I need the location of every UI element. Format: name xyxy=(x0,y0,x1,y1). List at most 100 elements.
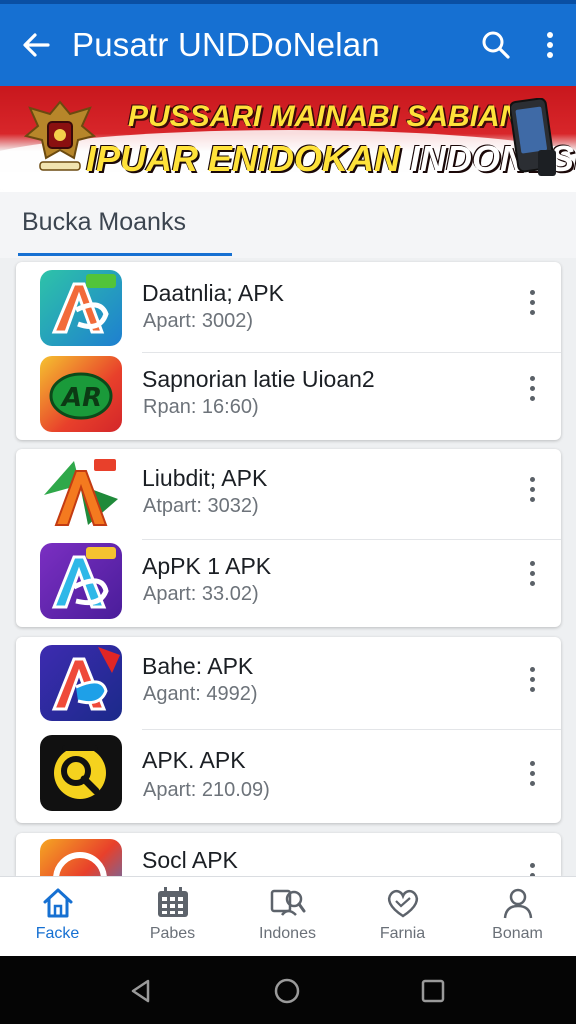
grid-icon xyxy=(158,887,188,917)
dot xyxy=(529,375,535,381)
app-meta: Apart: 210.09) xyxy=(143,779,270,801)
app-name: Sapnorian latie Uioan2 xyxy=(142,366,375,392)
app-name: Daatnlia; APK xyxy=(142,280,284,306)
app-icon: AR xyxy=(40,356,122,432)
app-meta: Rpan: 16:60) xyxy=(143,396,259,418)
list-item[interactable]: AR Sapnorian latie Uioan2 Rpan: 16:60) xyxy=(16,352,561,440)
tab-indicator xyxy=(18,253,232,256)
banner-subheadline: IPUAR ENIDOKAN INDONESIA xyxy=(86,138,576,180)
heart-icon xyxy=(387,889,419,918)
app-logo-icon xyxy=(54,745,106,799)
app-icon xyxy=(40,645,122,721)
svg-text:AR: AR xyxy=(60,383,102,413)
dot xyxy=(529,476,535,482)
phone-illustration-icon xyxy=(510,98,556,176)
dot xyxy=(529,676,535,682)
bottom-navigation: Facke Pabes Indones Farnia Bonam xyxy=(0,876,576,956)
banner-headline: PUSSARI MAINABI SABIANI xyxy=(128,100,530,133)
person-icon xyxy=(503,888,533,919)
app-logo-icon xyxy=(51,274,116,334)
nav-label: Indones xyxy=(259,925,316,942)
app-icon xyxy=(40,455,122,531)
dot xyxy=(529,862,535,868)
dot xyxy=(529,780,535,786)
item-more-button[interactable] xyxy=(518,753,546,793)
app-meta: Apart: 3002) xyxy=(143,310,254,332)
item-more-button[interactable] xyxy=(518,659,546,699)
app-name: ApPK 1 APK xyxy=(142,553,272,579)
nav-label: Pabes xyxy=(149,925,196,942)
list-item[interactable]: Socl APK xyxy=(16,833,561,876)
list-item[interactable]: Liubdit; APK Atpart: 3032) xyxy=(16,449,561,539)
list-item[interactable]: APK. APK Apart: 210.09) xyxy=(16,729,561,823)
app-logo-icon xyxy=(51,547,116,609)
dot xyxy=(529,486,535,492)
item-more-button[interactable] xyxy=(518,469,546,509)
dot xyxy=(529,289,535,295)
arrow-left-icon xyxy=(23,33,50,57)
app-logo-icon xyxy=(51,647,120,711)
dot xyxy=(529,496,535,502)
app-icon xyxy=(40,543,122,619)
app-icon xyxy=(40,735,122,811)
nav-item-home[interactable]: Facke xyxy=(0,877,115,957)
back-triangle-icon[interactable] xyxy=(128,978,154,1004)
nav-item-indones[interactable]: Indones xyxy=(230,877,345,957)
dot xyxy=(529,770,535,776)
item-more-button[interactable] xyxy=(518,368,546,408)
app-card: Liubdit; APK Atpart: 3032) ApPK 1 APK Ap… xyxy=(16,449,561,627)
app-logo-icon: AR xyxy=(49,372,113,420)
recents-square-icon[interactable] xyxy=(420,978,446,1004)
dot xyxy=(529,686,535,692)
banner-subheadline-part1: IPUAR ENIDOKAN xyxy=(86,138,401,179)
search-button[interactable] xyxy=(468,4,524,86)
home-circle-icon[interactable] xyxy=(273,977,301,1005)
back-button[interactable] xyxy=(0,4,72,86)
nav-label: Farnia xyxy=(379,925,426,942)
app-name: APK. APK xyxy=(142,747,246,773)
search-icon xyxy=(482,31,510,59)
app-icon xyxy=(40,270,122,346)
app-bar: Pusatr UNDDoNelan xyxy=(0,4,576,86)
dot xyxy=(529,385,535,391)
app-card: Bahe: APK Agant: 4992) APK. APK Apart: 2… xyxy=(16,637,561,823)
nav-item-favorites[interactable]: Farnia xyxy=(345,877,460,957)
list-item[interactable]: Bahe: APK Agant: 4992) xyxy=(16,637,561,729)
app-meta: Agant: 4992) xyxy=(143,683,258,705)
nav-label: Facke xyxy=(35,925,80,942)
nav-label: Bonam xyxy=(492,925,543,942)
app-logo-icon xyxy=(53,852,107,876)
home-icon xyxy=(43,888,73,918)
app-name: Liubdit; APK xyxy=(142,465,268,491)
app-card: Socl APK xyxy=(16,833,561,876)
dot xyxy=(529,666,535,672)
app-name: Socl APK xyxy=(142,847,238,873)
item-more-button[interactable] xyxy=(518,855,546,876)
app-meta: Atpart: 3032) xyxy=(143,495,259,517)
item-more-button[interactable] xyxy=(518,282,546,322)
dot xyxy=(529,580,535,586)
people-search-icon xyxy=(270,889,306,916)
app-name: Bahe: APK xyxy=(142,653,254,679)
section-tabs: Bucka Moanks xyxy=(0,192,576,258)
overflow-menu-button[interactable] xyxy=(524,4,576,86)
app-meta: Apart: 33.02) xyxy=(143,583,259,605)
system-navigation-bar xyxy=(0,956,576,1024)
promo-banner[interactable]: PUSSARI MAINABI SABIANI IPUAR ENIDOKAN I… xyxy=(0,86,576,192)
list-item[interactable]: ApPK 1 APK Apart: 33.02) xyxy=(16,539,561,627)
dot xyxy=(529,560,535,566)
app-card: Daatnlia; APK Apart: 3002) AR Sapnorian … xyxy=(16,262,561,440)
app-title: Pusatr UNDDoNelan xyxy=(72,26,380,63)
app-logo-icon xyxy=(44,459,118,526)
item-more-button[interactable] xyxy=(518,553,546,593)
nav-item-pages[interactable]: Pabes xyxy=(115,877,230,957)
dot xyxy=(529,760,535,766)
nav-item-profile[interactable]: Bonam xyxy=(460,877,575,957)
more-vertical-icon xyxy=(547,32,553,58)
dot xyxy=(529,570,535,576)
dot xyxy=(529,395,535,401)
dot xyxy=(529,309,535,315)
tab-featured[interactable]: Bucka Moanks xyxy=(22,208,186,237)
list-item[interactable]: Daatnlia; APK Apart: 3002) xyxy=(16,262,561,352)
app-icon xyxy=(40,839,122,876)
